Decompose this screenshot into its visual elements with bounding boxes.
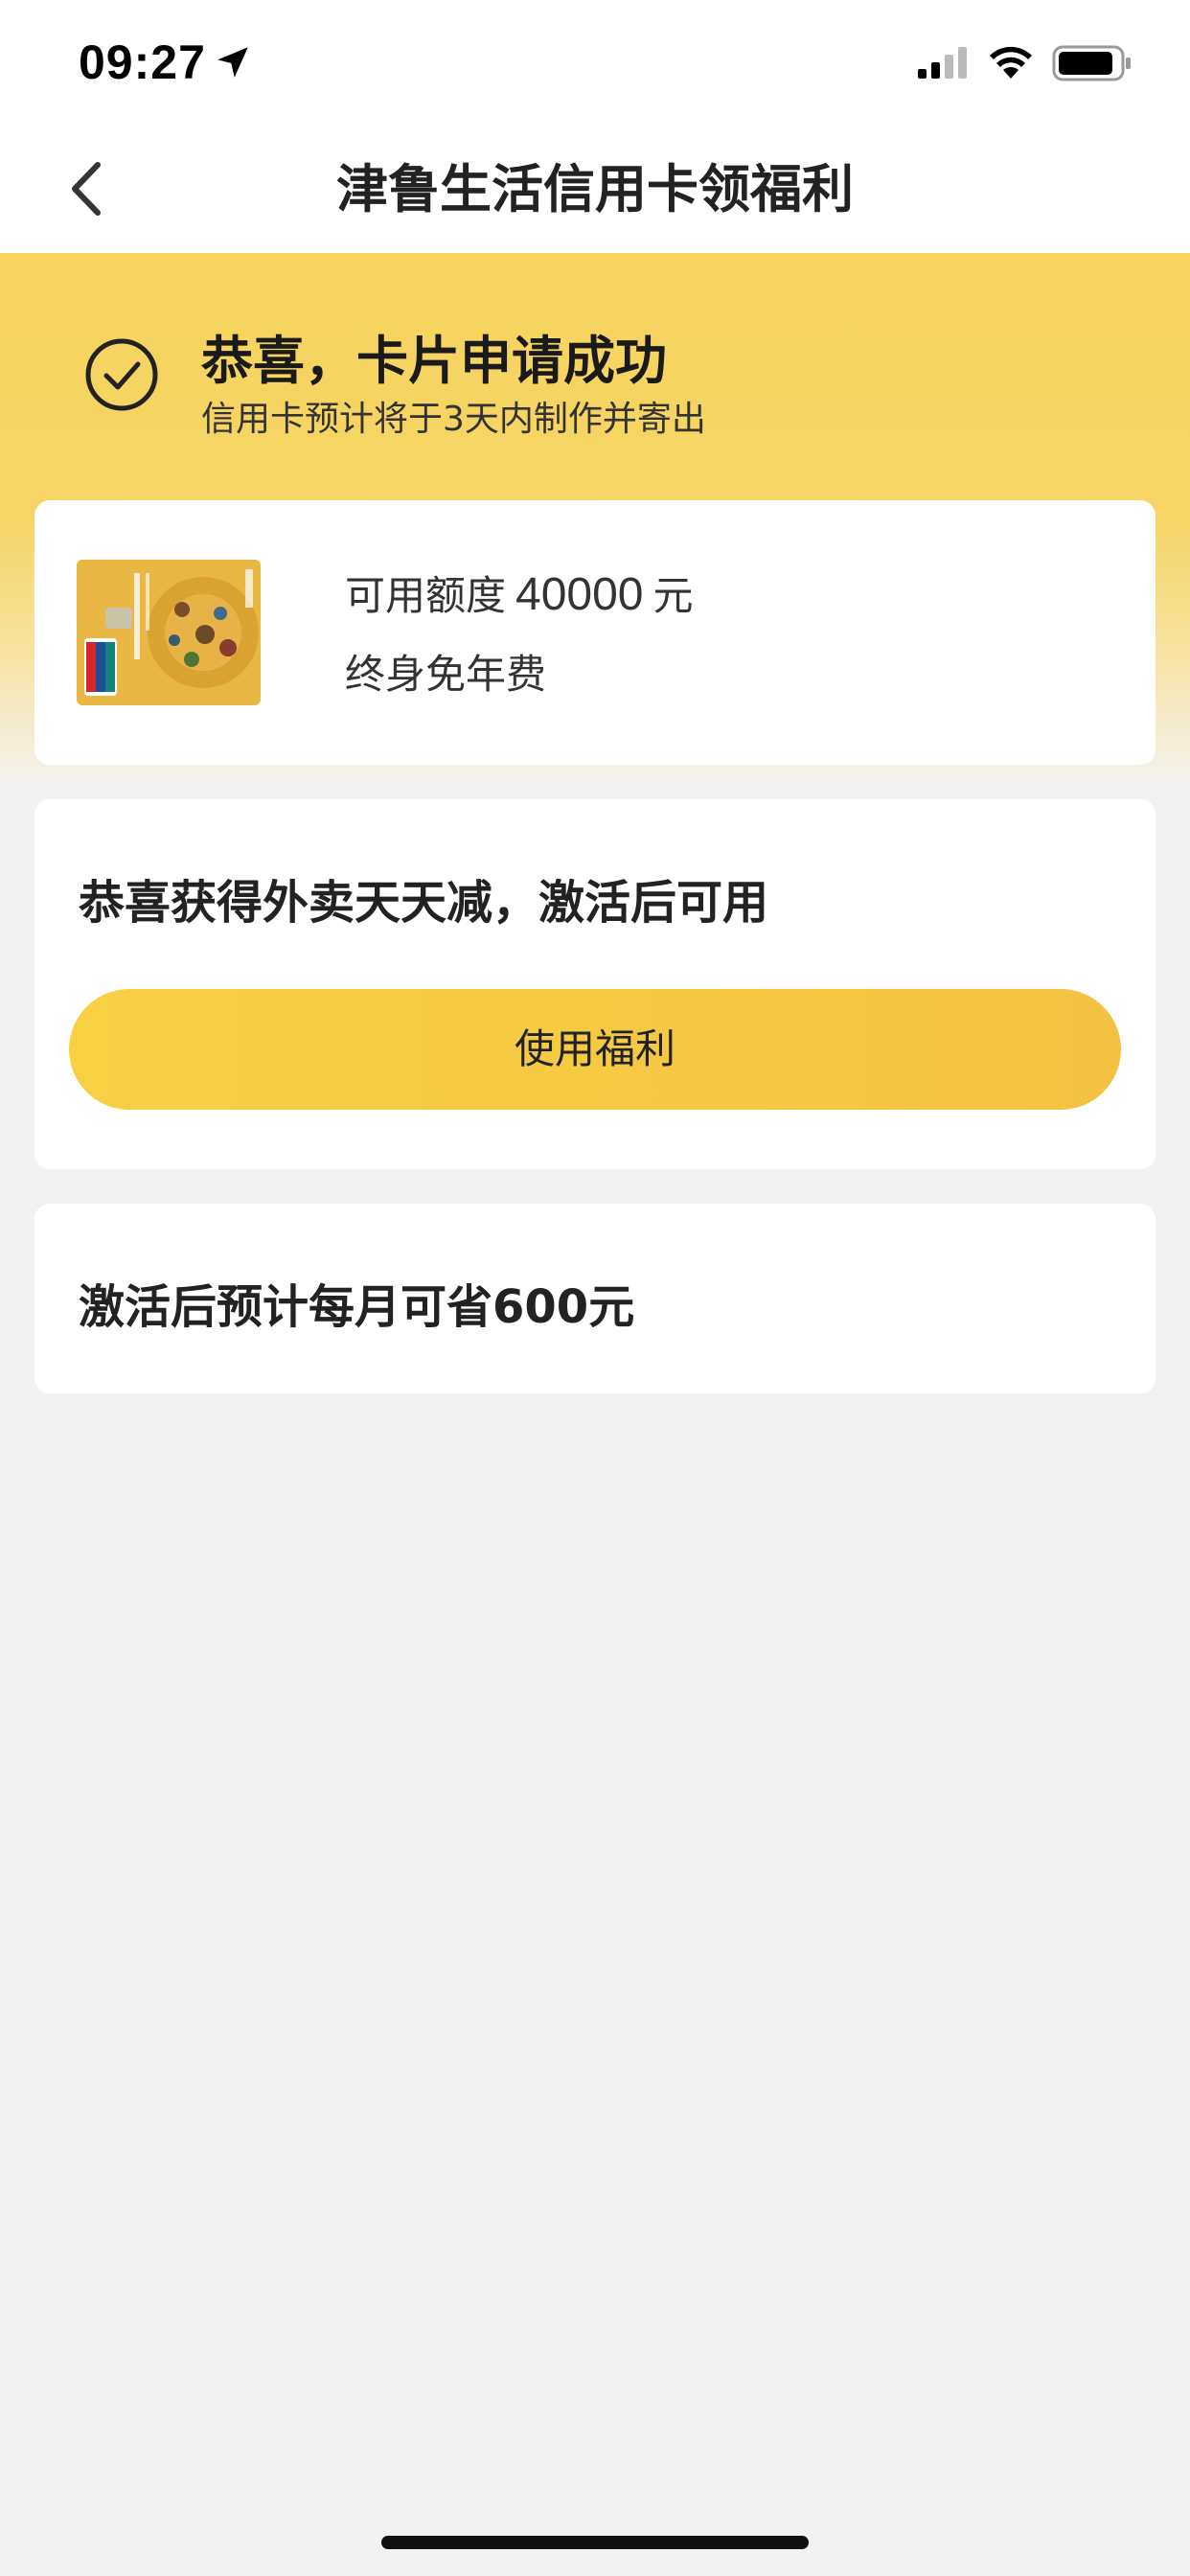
use-benefit-button[interactable]: 使用福利 bbox=[69, 989, 1121, 1110]
annual-fee-text: 终身免年费 bbox=[345, 651, 547, 698]
success-subtitle: 信用卡预计将于3天内制作并寄出 bbox=[201, 400, 706, 439]
signal-icon bbox=[918, 47, 967, 79]
home-indicator[interactable] bbox=[381, 2536, 809, 2549]
check-circle-icon bbox=[85, 338, 158, 411]
location-arrow-icon bbox=[217, 47, 248, 78]
savings-text: 激活后预计每月可省600元 bbox=[79, 1280, 635, 1334]
status-time: 09:27 bbox=[79, 35, 206, 89]
battery-icon bbox=[1052, 45, 1131, 81]
benefit-title: 恭喜获得外卖天天减，激活后可用 bbox=[79, 876, 769, 930]
wifi-icon bbox=[990, 46, 1032, 79]
page-title: 津鲁生活信用卡领福利 bbox=[336, 159, 854, 219]
credit-limit: 可用额度 40000 元 bbox=[345, 564, 694, 622]
credit-card-image bbox=[77, 560, 261, 705]
success-title: 恭喜，卡片申请成功 bbox=[201, 331, 667, 391]
nav-bar: 津鲁生活信用卡领福利 bbox=[0, 126, 1190, 253]
back-button[interactable] bbox=[56, 155, 123, 222]
credit-limit-label: 可用额度 bbox=[345, 572, 507, 619]
credit-limit-amount: 40000 bbox=[515, 569, 644, 620]
status-bar: 09:27 bbox=[0, 0, 1190, 126]
card-info-panel: 可用额度 40000 元 终身免年费 bbox=[34, 500, 1156, 765]
credit-limit-unit: 元 bbox=[652, 572, 694, 619]
savings-panel: 激活后预计每月可省600元 bbox=[34, 1204, 1156, 1393]
benefit-panel: 恭喜获得外卖天天减，激活后可用 使用福利 bbox=[34, 799, 1156, 1169]
